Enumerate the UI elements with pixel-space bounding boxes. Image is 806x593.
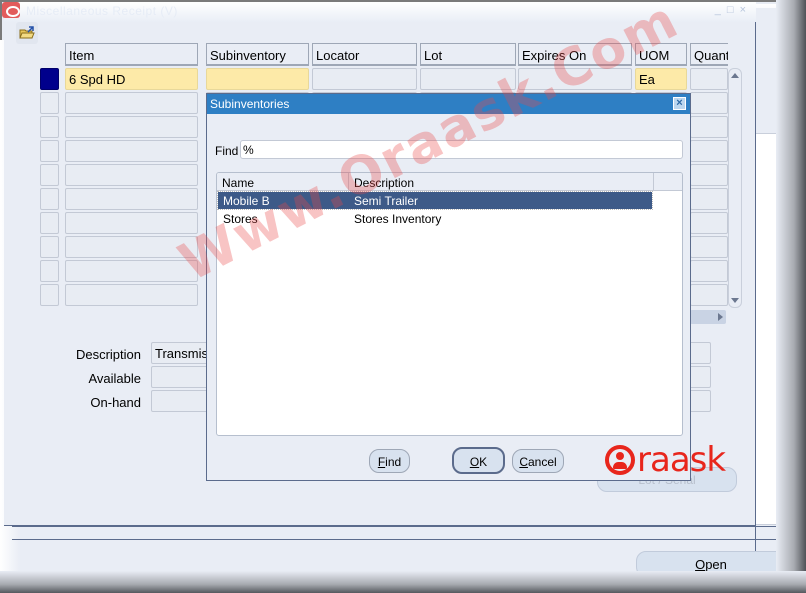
window-titlebar: Miscellaneous Receipt (V) _ □ ×: [2, 2, 756, 22]
grid-cell-empty[interactable]: [690, 92, 728, 114]
grid-horizontal-scrollbar[interactable]: [690, 310, 726, 324]
ok-button[interactable]: OK: [452, 447, 505, 474]
row-selector[interactable]: [40, 92, 59, 114]
list-row[interactable]: Stores Stores Inventory: [218, 210, 652, 227]
grid-cell-empty[interactable]: [690, 284, 728, 306]
maximize-icon[interactable]: □: [727, 4, 734, 16]
cancel-button-label: ancel: [527, 455, 557, 469]
grid-cell-empty[interactable]: [690, 212, 728, 234]
frame-bottom-shadow: [0, 571, 806, 593]
grid-cell-empty[interactable]: [65, 284, 198, 306]
close-icon[interactable]: ×: [740, 4, 746, 16]
find-label: Find: [215, 144, 239, 158]
dialog-close-icon[interactable]: ×: [673, 97, 686, 110]
oraask-user-icon: [605, 445, 635, 475]
folder-icon: [19, 26, 35, 39]
description-label: Description: [75, 347, 141, 362]
row-selector[interactable]: [40, 236, 59, 258]
grid-cell-empty[interactable]: [65, 212, 198, 234]
grid-cell-empty[interactable]: [65, 236, 198, 258]
row-selector[interactable]: [40, 140, 59, 162]
column-header-expires-on: Expires On: [518, 43, 632, 66]
list-row-selected[interactable]: Mobile B Semi Trailer: [217, 191, 653, 210]
list-header-spacer: [653, 173, 682, 191]
grid-cell-empty[interactable]: [65, 92, 198, 114]
cancel-button[interactable]: Cancel: [512, 449, 564, 473]
find-button-label: ind: [385, 455, 402, 469]
open-button-label: pen: [705, 557, 727, 572]
column-header-lot: Lot: [420, 43, 516, 66]
column-header-locator: Locator: [312, 43, 417, 66]
list-row-name: Mobile B: [223, 194, 270, 208]
frame-right-shadow: [776, 0, 806, 593]
grid-cell-empty[interactable]: [65, 140, 198, 162]
separator-top: [12, 526, 804, 527]
dialog-titlebar: Subinventories ×: [207, 94, 690, 114]
grid-cell-empty[interactable]: [65, 164, 198, 186]
grid-cell-empty[interactable]: [65, 188, 198, 210]
locator-cell[interactable]: [312, 68, 417, 90]
onhand-label: On-hand: [90, 395, 141, 410]
row-selector[interactable]: [40, 260, 59, 282]
window-title: Miscellaneous Receipt (V): [26, 4, 178, 18]
row-selector-active[interactable]: [40, 68, 59, 90]
oracle-app-icon: [2, 2, 20, 18]
scroll-up-icon[interactable]: [731, 73, 739, 78]
list-header-description: Description: [348, 173, 653, 191]
list-row-description: Stores Inventory: [354, 212, 442, 226]
quantity-cell[interactable]: [690, 68, 728, 90]
grid-cell-empty[interactable]: [690, 260, 728, 282]
oraask-logo-text: raask: [637, 440, 726, 480]
row-selector[interactable]: [40, 116, 59, 138]
dialog-title: Subinventories: [210, 97, 290, 111]
open-button-mnemonic: O: [695, 557, 706, 572]
row-selector[interactable]: [40, 284, 59, 306]
grid-cell-empty[interactable]: [65, 116, 198, 138]
open-folder-button[interactable]: [16, 22, 38, 44]
lot-cell[interactable]: [420, 68, 516, 90]
grid-cell-empty[interactable]: [690, 116, 728, 138]
row-selector[interactable]: [40, 188, 59, 210]
available-label: Available: [88, 371, 141, 386]
window-controls: _ □ ×: [715, 4, 746, 16]
list-row-description: Semi Trailer: [354, 194, 419, 208]
oraask-logo: raask: [605, 440, 726, 480]
list-row-name: Stores: [223, 212, 258, 226]
ok-button-label: K: [479, 455, 488, 469]
uom-cell[interactable]: Ea: [635, 68, 687, 90]
ok-button-mnemonic: O: [469, 455, 480, 469]
row-selector[interactable]: [40, 212, 59, 234]
column-header-item: Item: [65, 43, 198, 66]
grid-cell-empty[interactable]: [690, 164, 728, 186]
find-input[interactable]: [240, 140, 683, 159]
grid-cell-empty[interactable]: [690, 188, 728, 210]
column-header-subinventory: Subinventory: [206, 43, 309, 66]
minimize-icon[interactable]: _: [715, 4, 721, 16]
separator-bottom: [12, 539, 804, 540]
column-header-uom: UOM: [635, 43, 687, 66]
item-cell[interactable]: 6 Spd HD: [65, 68, 198, 90]
grid-vertical-scrollbar[interactable]: [728, 68, 742, 308]
scroll-right-icon[interactable]: [718, 313, 723, 321]
subinventories-dialog: Subinventories × Find Name Description M…: [206, 93, 691, 481]
expires-on-cell[interactable]: [518, 68, 632, 90]
list-header-name: Name: [217, 173, 348, 191]
find-button[interactable]: Find: [369, 449, 410, 473]
lov-list: Name Description Mobile B Semi Trailer S…: [216, 172, 683, 436]
cancel-button-mnemonic: C: [519, 455, 528, 469]
column-header-quantity: Quant: [690, 43, 728, 66]
grid-cell-empty[interactable]: [690, 236, 728, 258]
grid-cell-empty[interactable]: [690, 140, 728, 162]
row-selector[interactable]: [40, 164, 59, 186]
scroll-down-icon[interactable]: [731, 298, 739, 303]
subinventory-cell[interactable]: [206, 68, 309, 90]
grid-cell-empty[interactable]: [65, 260, 198, 282]
